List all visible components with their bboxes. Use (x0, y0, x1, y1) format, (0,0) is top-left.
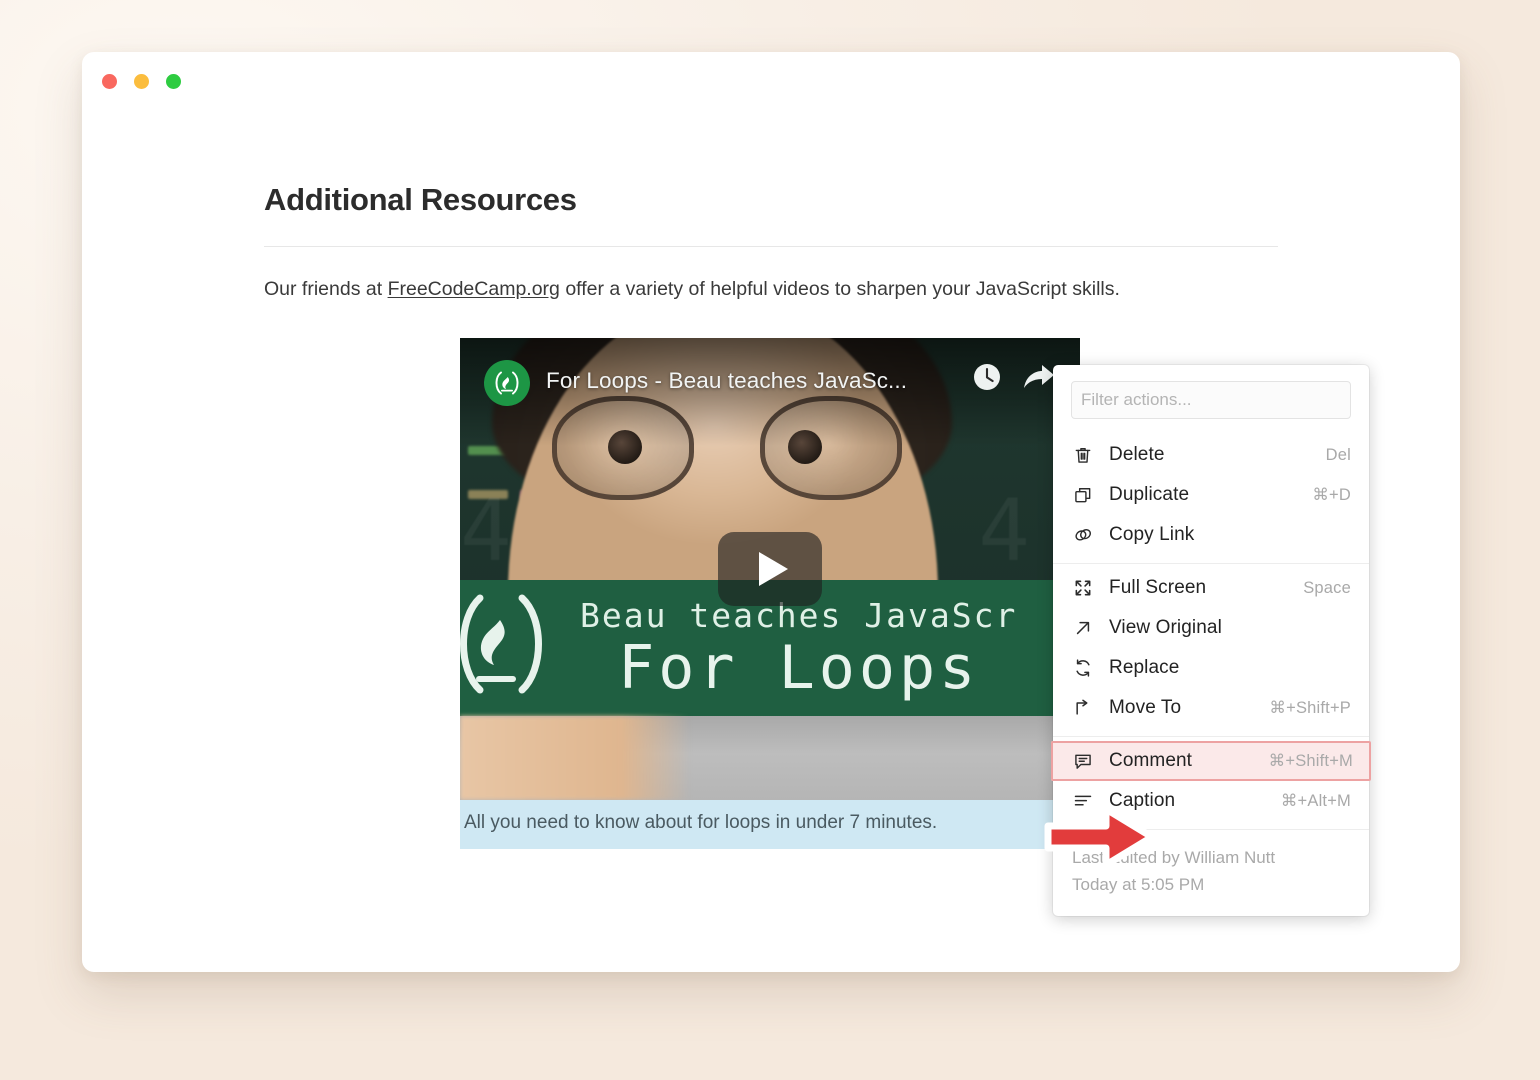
window-controls (102, 74, 181, 89)
watch-later-button[interactable] (972, 362, 1002, 397)
freecodecamp-banner-logo-icon (460, 594, 542, 694)
menu-item-duplicate[interactable]: Duplicate ⌘+D (1053, 475, 1369, 515)
share-arrow-icon (1024, 365, 1054, 388)
title-divider (264, 245, 1278, 247)
video-bottom-strip (460, 716, 1080, 800)
filter-field-wrap (1053, 365, 1369, 431)
video-banner-text: Beau teaches JavaScr For Loops (580, 599, 1017, 698)
menu-item-comment[interactable]: Comment ⌘+Shift+M (1051, 741, 1371, 781)
move-to-icon (1072, 697, 1094, 719)
menu-item-label: Replace (1109, 657, 1180, 678)
clock-icon (974, 364, 1000, 390)
refresh-icon (1072, 657, 1094, 679)
page-title: Additional Resources (264, 182, 577, 217)
share-button[interactable] (1022, 364, 1056, 399)
document-body: Additional Resources Our friends at Free… (264, 182, 1278, 307)
menu-item-copy-link[interactable]: Copy Link (1053, 515, 1369, 555)
menu-item-shortcut: ⌘+Shift+P (1269, 699, 1351, 717)
menu-item-shortcut: Space (1303, 578, 1351, 597)
paragraph-text-after: offer a variety of helpful videos to sha… (559, 277, 1120, 300)
video-embed-block[interactable]: 4 4 4 4 4 4 4 4 4 4 4 4 4 Beau teaches (460, 338, 1080, 849)
caption-icon (1072, 790, 1094, 812)
expand-icon (1072, 577, 1094, 599)
menu-item-label: Comment (1109, 750, 1193, 771)
menu-item-shortcut: ⌘+Alt+M (1280, 792, 1351, 810)
menu-group-2: Full Screen Space View Original Replace … (1053, 564, 1369, 736)
menu-item-full-screen[interactable]: Full Screen Space (1053, 568, 1369, 608)
menu-item-label: Caption (1109, 790, 1176, 811)
menu-item-shortcut: ⌘+D (1312, 486, 1351, 504)
freecodecamp-link[interactable]: FreeCodeCamp.org (388, 278, 560, 300)
video-banner-line2: For Loops (618, 632, 980, 703)
video-channel-avatar[interactable] (484, 360, 530, 406)
menu-item-view-original[interactable]: View Original (1053, 608, 1369, 648)
menu-item-label: Move To (1109, 697, 1182, 718)
menu-item-delete[interactable]: Delete Del (1053, 435, 1369, 475)
menu-item-shortcut: Del (1325, 445, 1351, 464)
last-edited-time: Today at 5:05 PM (1072, 875, 1205, 894)
arrow-up-right-icon (1072, 617, 1094, 639)
menu-footer: Last Edited by William Nutt Today at 5:0… (1053, 830, 1369, 916)
menu-item-caption[interactable]: Caption ⌘+Alt+M (1053, 781, 1369, 821)
menu-item-label: View Original (1109, 617, 1222, 638)
video-caption[interactable]: All you need to know about for loops in … (460, 800, 1080, 849)
menu-item-label: Duplicate (1109, 484, 1190, 505)
menu-item-label: Full Screen (1109, 577, 1207, 598)
play-button[interactable] (718, 532, 822, 606)
menu-group-3: Comment ⌘+Shift+M Caption ⌘+Alt+M (1051, 737, 1371, 829)
menu-group-1: Delete Del Duplicate ⌘+D Copy Link (1053, 431, 1369, 563)
freecodecamp-flame-icon (495, 371, 519, 395)
video-thumbnail[interactable]: 4 4 4 4 4 4 4 4 4 4 4 4 4 Beau teaches (460, 338, 1080, 800)
context-menu: Delete Del Duplicate ⌘+D (1051, 365, 1371, 916)
menu-item-shortcut: ⌘+Shift+M (1268, 752, 1353, 770)
last-edited-by: Last Edited by William Nutt (1072, 848, 1276, 867)
duplicate-icon (1072, 484, 1094, 506)
app-window: Additional Resources Our friends at Free… (82, 52, 1460, 972)
intro-paragraph: Our friends at FreeCodeCamp.org offer a … (264, 272, 1276, 307)
play-icon (758, 552, 788, 586)
trash-icon (1072, 444, 1094, 466)
link-icon (1072, 524, 1094, 546)
paragraph-text-before: Our friends at (264, 277, 388, 300)
menu-item-label: Copy Link (1109, 524, 1195, 545)
menu-item-move-to[interactable]: Move To ⌘+Shift+P (1053, 688, 1369, 728)
menu-item-label: Delete (1109, 444, 1165, 465)
video-title[interactable]: For Loops - Beau teaches JavaSc... (546, 368, 907, 394)
comment-icon (1072, 750, 1094, 772)
maximize-button[interactable] (166, 74, 181, 89)
filter-actions-input[interactable] (1071, 381, 1351, 419)
close-button[interactable] (102, 74, 117, 89)
menu-item-replace[interactable]: Replace (1053, 648, 1369, 688)
minimize-button[interactable] (134, 74, 149, 89)
